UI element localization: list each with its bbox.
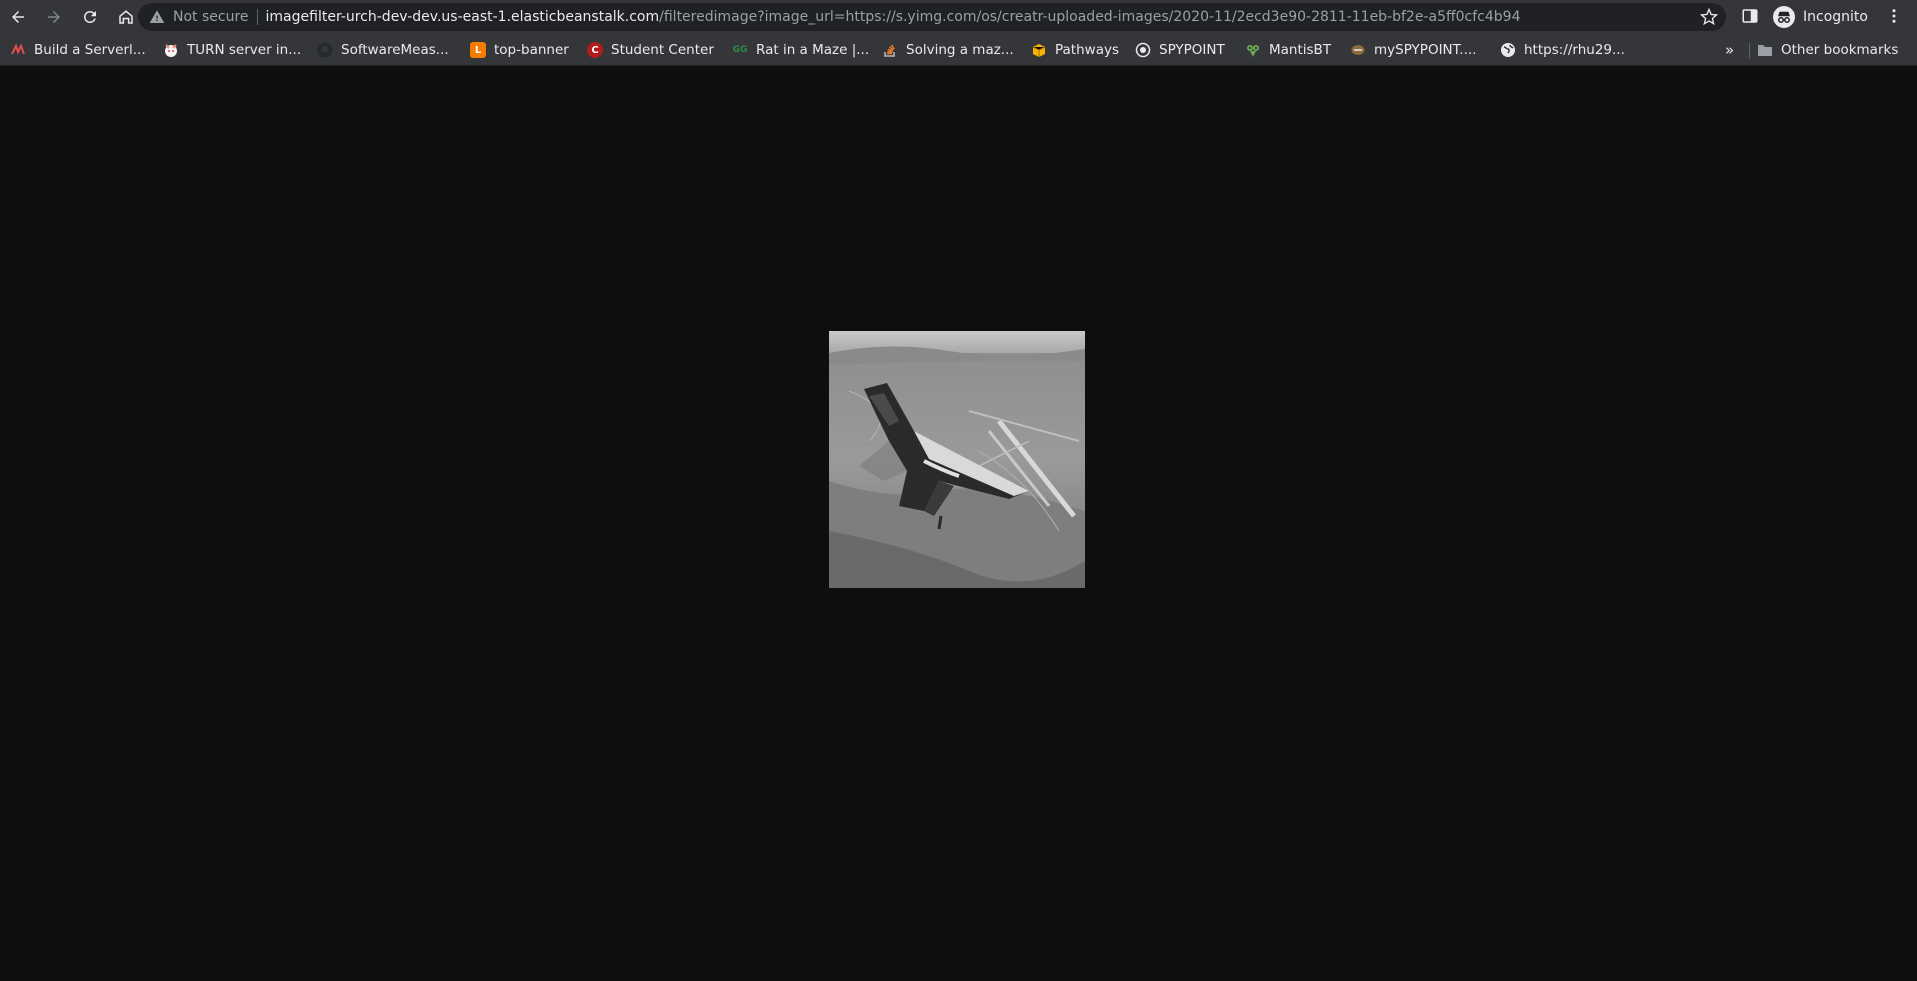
omnibox-separator [256,9,258,25]
bookmark-label: TURN server in... [187,42,302,58]
kebab-menu-icon[interactable] [1885,7,1903,25]
bookmark-label: Rat in a Maze |... [756,42,870,58]
bookmark-item[interactable]: Build a Serverl... [10,40,146,60]
bookmark-label: top-banner [494,42,569,58]
home-button[interactable] [112,3,140,31]
not-secure-label[interactable]: Not secure [173,9,249,25]
bookmark-label: SPYPOINT [1159,42,1225,58]
geeksforgeeks-icon: GG [732,45,748,55]
arrow-left-icon [12,11,24,23]
globe-icon [1500,42,1516,58]
spypoint-icon [1135,42,1151,58]
serverless-icon [10,42,26,58]
bookmark-item[interactable]: SPYPOINT [1135,40,1225,60]
bookmark-item[interactable]: GG Rat in a Maze |... [732,40,870,60]
bookmark-item[interactable]: TURN server in... [163,40,301,60]
bookmark-item[interactable]: MantisBT [1245,40,1331,60]
browser-toolbar: Not secure imagefilter-urch-dev-dev.us-e… [0,0,1917,34]
stackoverflow-icon [882,42,898,58]
myspypoint-icon [1350,42,1366,58]
bookmark-label: Other bookmarks [1781,42,1899,58]
mantis-icon [1245,42,1261,58]
bookmark-label: Build a Serverl... [34,42,146,58]
cornell-icon: C [587,42,603,58]
bookmark-label: mySPYPOINT.... [1374,42,1477,58]
incognito-icon [1773,6,1795,28]
github-icon [317,42,333,58]
bookmark-label: Student Center [611,42,714,58]
box-icon [1031,42,1047,58]
bookmarks-overflow-button[interactable]: » [1725,40,1741,60]
address-bar[interactable]: Not secure imagefilter-urch-dev-dev.us-e… [138,3,1726,31]
folder-icon [1757,42,1773,58]
side-panel-icon[interactable] [1741,7,1759,25]
filtered-image [829,331,1085,588]
bookmark-label: https://rhu29... [1524,42,1625,58]
home-icon [119,10,133,24]
bookmark-item[interactable]: C Student Center [587,40,714,60]
bookmark-star-icon[interactable] [1700,8,1718,26]
bookmark-item[interactable]: SoftwareMeas... [317,40,449,60]
url-path: /filteredimage?image_url=https://s.yimg.… [659,9,1521,25]
back-button[interactable] [4,3,32,31]
bookmark-label: Solving a maz... [906,42,1014,58]
bookmark-label: MantisBT [1269,42,1332,58]
warning-icon[interactable] [149,9,165,25]
turn-icon [163,42,179,58]
bookmark-item[interactable]: Solving a maz... [882,40,1014,60]
spaceplane-photo [829,331,1085,588]
forward-button[interactable] [40,3,68,31]
bookmark-item[interactable]: L top-banner [470,40,569,60]
bookmark-label: SoftwareMeas... [341,42,449,58]
bookmark-label: Pathways [1055,42,1119,58]
bookmark-item[interactable]: https://rhu29... [1500,40,1625,60]
bookmark-item[interactable]: Pathways [1031,40,1119,60]
reload-icon [83,10,96,23]
arrow-right-icon [48,11,60,23]
lucidchart-icon: L [470,42,486,58]
profile-label: Incognito [1803,9,1868,25]
reload-button[interactable] [76,3,104,31]
bookmarks-bar: Build a Serverl... TURN server in... Sof… [0,34,1917,66]
other-bookmarks-folder[interactable]: Other bookmarks [1757,40,1898,60]
incognito-profile-button[interactable]: Incognito [1769,3,1878,31]
bookmark-item[interactable]: mySPYPOINT.... [1350,40,1476,60]
bookmarks-divider [1749,43,1750,59]
url-host: imagefilter-urch-dev-dev.us-east-1.elast… [265,9,660,25]
